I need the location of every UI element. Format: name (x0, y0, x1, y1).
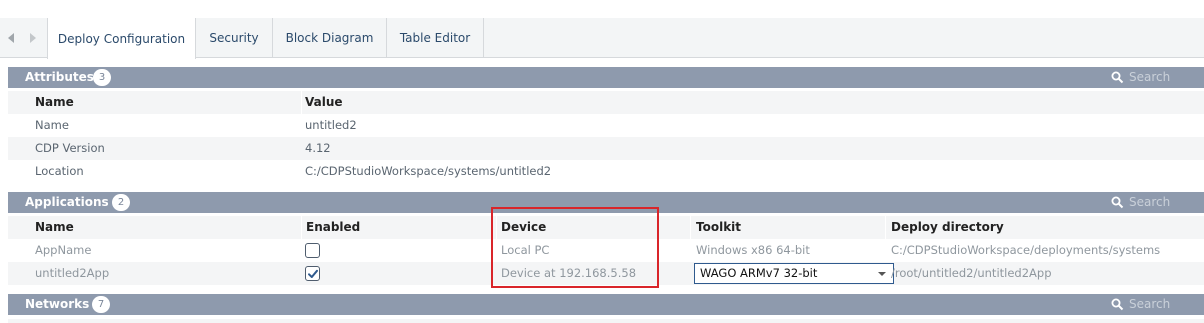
attribute-name: CDP Version (35, 141, 105, 155)
table-row[interactable]: Name untitled2 (8, 114, 1204, 137)
column-header-name: Name (35, 220, 74, 234)
scroll-tabs-left-button[interactable] (0, 18, 22, 58)
tab-label: Table Editor (399, 31, 471, 45)
section-title: Attributes (25, 70, 94, 84)
device-column-highlight (491, 207, 659, 288)
scroll-tabs-right-button[interactable] (22, 18, 44, 58)
tab-label: Deploy Configuration (57, 31, 186, 46)
enabled-checkbox[interactable] (305, 266, 320, 281)
attributes-section-header[interactable]: Attributes 3 Search (8, 67, 1204, 88)
table-row[interactable]: Location C:/CDPStudioWorkspace/systems/u… (8, 160, 1204, 183)
count-badge: 3 (93, 69, 111, 86)
tab-deploy-configuration[interactable]: Deploy Configuration (47, 18, 196, 59)
column-header-deploy-directory: Deploy directory (891, 220, 1004, 234)
chevron-down-icon (878, 272, 886, 276)
networks-table-top (8, 319, 1204, 323)
column-header-value: Value (305, 95, 343, 109)
count-badge: 7 (92, 296, 110, 313)
attribute-value[interactable]: untitled2 (305, 114, 357, 137)
attribute-value[interactable]: C:/CDPStudioWorkspace/systems/untitled2 (305, 160, 551, 183)
section-title: Applications (25, 195, 109, 209)
attribute-name: Location (35, 164, 84, 178)
tab-label: Security (209, 31, 259, 45)
search-icon (1111, 71, 1124, 84)
column-header-enabled: Enabled (306, 220, 361, 234)
tab-label: Block Diagram (285, 31, 374, 45)
networks-search-input[interactable]: Search (1101, 294, 1204, 315)
enabled-checkbox[interactable] (305, 243, 320, 258)
search-icon (1111, 196, 1124, 209)
deploy-directory-value[interactable]: C:/CDPStudioWorkspace/deployments/system… (891, 239, 1161, 262)
arrow-right-icon (30, 33, 36, 43)
search-icon (1111, 298, 1124, 311)
search-placeholder: Search (1129, 297, 1171, 311)
attribute-value[interactable]: 4.12 (305, 137, 331, 160)
search-placeholder: Search (1129, 70, 1171, 84)
applications-search-input[interactable]: Search (1101, 192, 1204, 213)
arrow-left-icon (8, 33, 14, 43)
networks-section-header[interactable]: Networks 7 Search (8, 294, 1204, 315)
toolkit-select[interactable]: WAGO ARMv7 32-bit (694, 263, 894, 284)
attributes-search-input[interactable]: Search (1101, 67, 1204, 88)
application-name: AppName (35, 243, 92, 257)
toolkit-selected-value: WAGO ARMv7 32-bit (700, 266, 818, 280)
tab-security[interactable]: Security (196, 18, 273, 58)
section-title: Networks (25, 297, 90, 311)
toolkit-value[interactable]: Windows x86 64-bit (696, 239, 810, 262)
tab-block-diagram[interactable]: Block Diagram (273, 18, 387, 58)
count-badge: 2 (112, 194, 130, 211)
tab-table-editor[interactable]: Table Editor (387, 18, 484, 58)
table-header-row: Name Value (8, 91, 1204, 114)
search-placeholder: Search (1129, 195, 1171, 209)
application-name: untitled2App (35, 266, 110, 280)
column-header-toolkit: Toolkit (696, 220, 742, 234)
tab-bar: Deploy Configuration Security Block Diag… (0, 18, 1204, 59)
checkmark-icon (308, 269, 318, 278)
table-row[interactable]: CDP Version 4.12 (8, 137, 1204, 160)
attribute-name: Name (35, 118, 69, 132)
deploy-directory-value[interactable]: /root/untitled2/untitled2App (891, 262, 1052, 285)
column-header-name: Name (35, 95, 74, 109)
